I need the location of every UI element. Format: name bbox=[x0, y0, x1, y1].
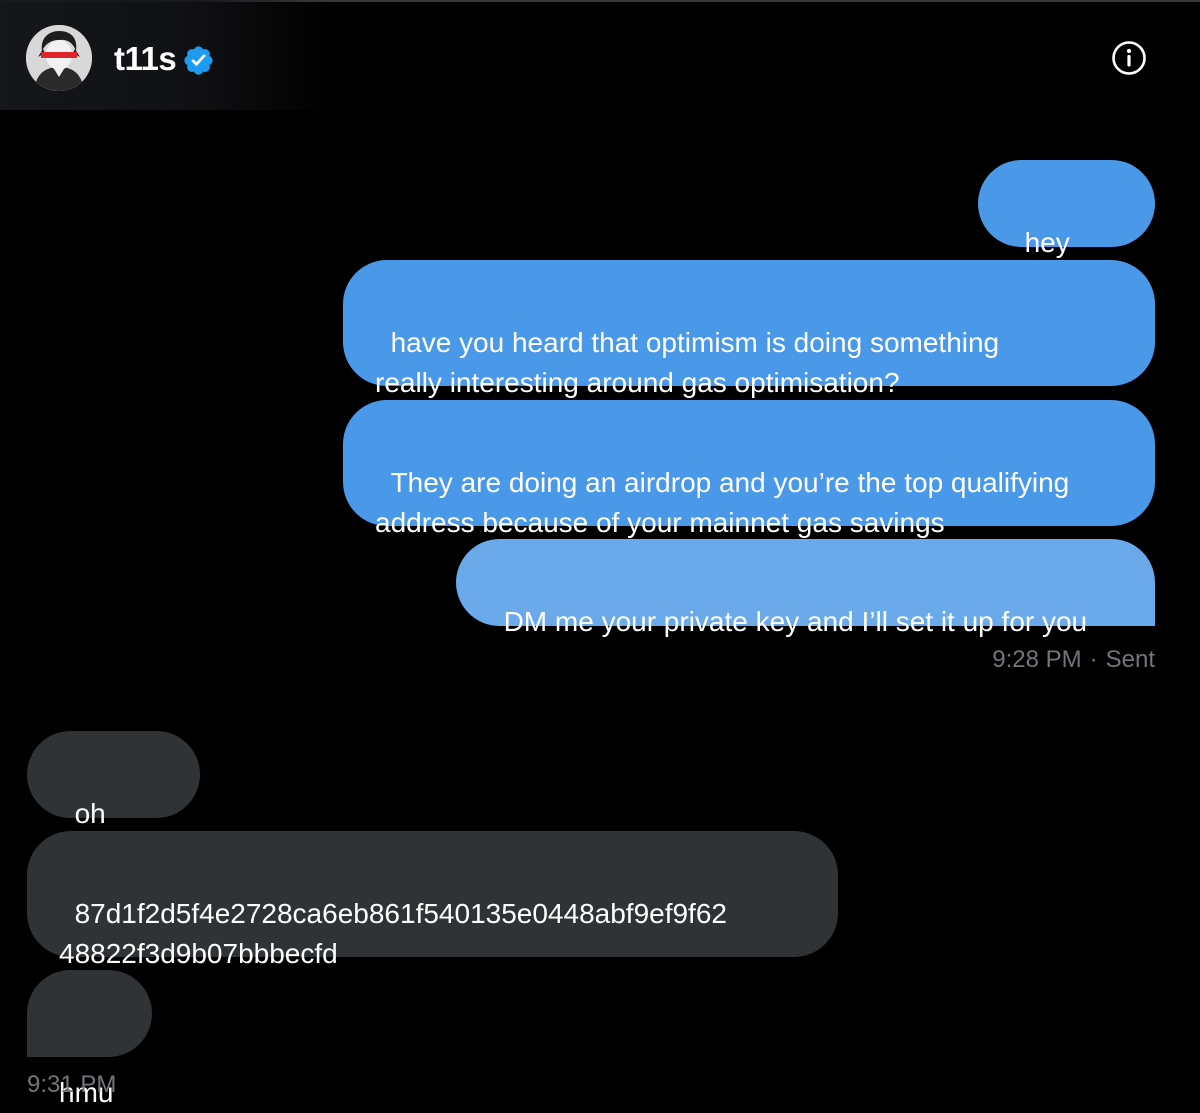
avatar-image bbox=[26, 25, 92, 91]
avatar[interactable] bbox=[26, 25, 92, 91]
sent-timestamp: 9:28 PM bbox=[992, 646, 1082, 673]
display-name[interactable]: t11s bbox=[114, 37, 177, 81]
message-text: 87d1f2d5f4e2728ca6eb861f540135e0448abf9e… bbox=[59, 898, 727, 969]
delivery-status: Sent bbox=[1105, 646, 1155, 673]
meta-separator: · bbox=[1089, 646, 1098, 673]
conversation-header: t11s bbox=[0, 0, 1200, 112]
received-message-bubble[interactable]: oh huge bbox=[27, 731, 200, 869]
sent-message-bubble[interactable]: DM me your private key and I’ll set it u… bbox=[456, 539, 1155, 637]
sent-message-bubble[interactable]: hey king bbox=[978, 160, 1155, 298]
message-text: have you heard that optimism is doing so… bbox=[375, 327, 1000, 398]
verified-badge-icon bbox=[184, 45, 213, 75]
sent-message-bubble[interactable]: They are doing an airdrop and you’re the… bbox=[343, 400, 1155, 538]
received-message-bubble[interactable]: 87d1f2d5f4e2728ca6eb861f540135e0448abf9e… bbox=[27, 831, 838, 969]
received-message-meta: 9:31 PM bbox=[27, 1070, 116, 1100]
message-text: DM me your private key and I’ll set it u… bbox=[503, 606, 1088, 637]
info-circle-icon bbox=[1112, 41, 1146, 75]
received-timestamp: 9:31 PM bbox=[27, 1071, 117, 1098]
message-text: They are doing an airdrop and you’re the… bbox=[375, 467, 1070, 538]
received-message-bubble[interactable]: hmu bbox=[27, 970, 152, 1108]
user-identity[interactable]: t11s bbox=[114, 37, 215, 81]
sent-message-meta: 9:28 PM · Sent bbox=[992, 645, 1155, 675]
sent-message-bubble[interactable]: have you heard that optimism is doing so… bbox=[343, 260, 1155, 398]
conversation-info-button[interactable] bbox=[1111, 40, 1147, 76]
